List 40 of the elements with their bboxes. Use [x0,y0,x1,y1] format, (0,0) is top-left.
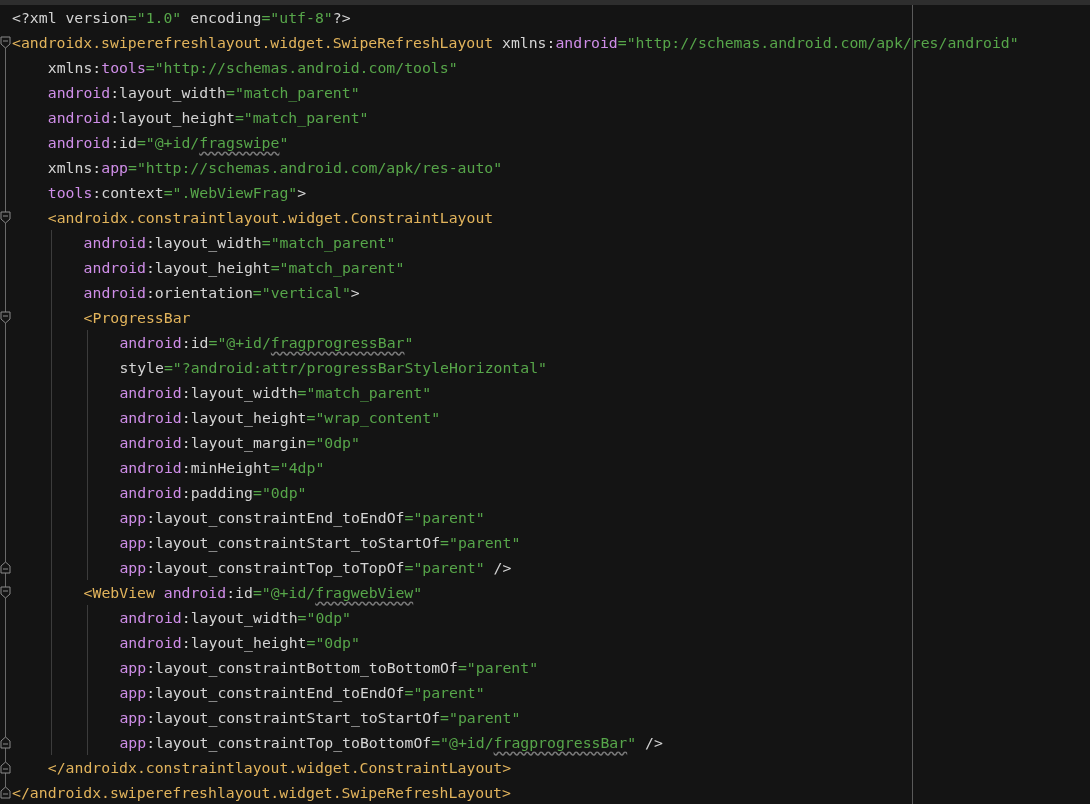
code-line: android:layout_width="match_parent" [83,233,396,254]
code-line: android:minHeight="4dp" [119,458,325,478]
fold-icon[interactable] [0,211,11,224]
code-line: xmlns:tools="http://schemas.android.com/tools" [47,58,458,78]
code-line: <androidx.swiperefreshlayout.widget.SwipeRefreshLayout xmlns:android="http://schemas.android.com/apk/res/android" [12,33,1019,53]
code-line: android:layout_margin="0dp" [119,433,360,454]
code-line: android:layout_height="match_parent" [47,108,369,129]
code-line: app:layout_constraintEnd_toEndOf="parent" [119,683,485,704]
code-line: android:layout_width="0dp" [119,608,351,629]
code-line: </androidx.constraintlayout.widget.ConstraintLayout> [47,758,512,778]
code-line: tools:context=".WebViewFrag"> [47,183,307,203]
code-line: <WebView android:id="@+id/fragwebView" [83,583,423,603]
fold-icon[interactable] [0,561,11,574]
fold-icon[interactable] [0,736,11,749]
fold-icon[interactable] [0,761,11,774]
code-line: style="?android:attr/progressBarStyleHorizontal" [119,358,547,378]
code-line: <?xml version="1.0" encoding="utf-8"?> [12,8,351,28]
code-line: android:padding="0dp" [119,483,307,503]
code-line: android:layout_width="match_parent" [119,383,432,404]
code-line: android:layout_width="match_parent" [47,83,360,104]
code-line: app:layout_constraintStart_toStartOf="parent" [119,533,521,554]
code-line: app:layout_constraintStart_toStartOf="parent" [119,708,521,729]
code-line: xmlns:app="http://schemas.android.com/apk/res-auto" [47,158,503,178]
code-line: app:layout_constraintEnd_toEndOf="parent" [119,508,485,529]
code-line: app:layout_constraintBottom_toBottomOf="parent" [119,658,539,679]
fold-icon[interactable] [0,36,11,49]
code-line: android:id="@+id/fragprogressBar" [119,333,414,353]
code-line: android:layout_height="wrap_content" [119,408,441,429]
code-line: app:layout_constraintTop_toBottomOf="@+id/fragprogressBar" /> [119,733,663,754]
code-line: </androidx.swiperefreshlayout.widget.SwipeRefreshLayout> [12,783,511,803]
code-line: android:orientation="vertical"> [83,283,360,303]
code-line: android:layout_height="match_parent" [83,258,405,279]
code-line: android:layout_height="0dp" [119,633,360,654]
fold-icon[interactable] [0,786,11,799]
code-line: <androidx.constraintlayout.widget.ConstraintLayout [47,208,494,228]
code-line: <ProgressBar [83,308,191,328]
fold-icon[interactable] [0,586,11,599]
code-line: android:id="@+id/fragswipe" [47,133,289,153]
fold-icon[interactable] [0,311,11,324]
code-line: app:layout_constraintTop_toTopOf="parent" /> [119,558,512,579]
